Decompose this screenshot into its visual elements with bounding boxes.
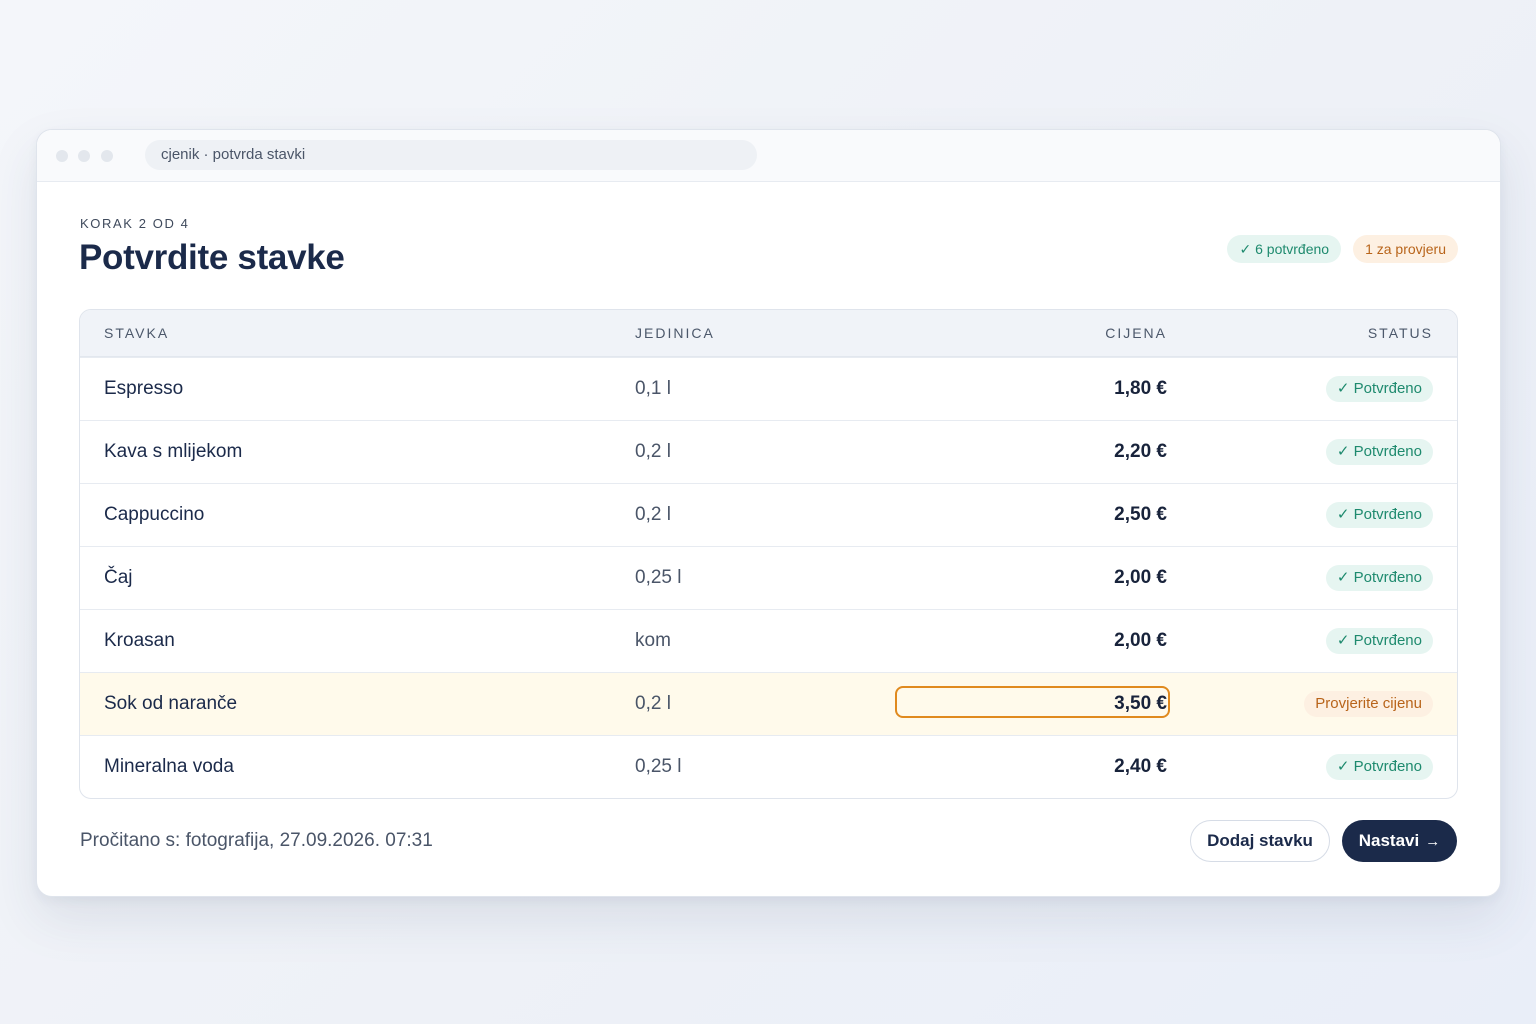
status-cell: ✓ Potvrđeno (1325, 547, 1433, 609)
item-name: Čaj (104, 567, 133, 588)
item-name: Kava s mlijekom (104, 441, 243, 462)
item-unit: 0,25 l (635, 567, 682, 588)
title-bar: cjenik · potvrda stavki (37, 130, 1500, 182)
item-price: 2,20 € (1114, 441, 1167, 462)
item-unit: 0,2 l (635, 441, 671, 462)
table-row[interactable]: Cappuccino 0,2 l 2,50 € ✓ Potvrđeno (80, 483, 1457, 546)
item-price: 2,00 € (1114, 630, 1167, 651)
confirmed-status-badge: ✓ Potvrđeno (1325, 628, 1433, 654)
item-name: Sok od naranče (104, 693, 238, 714)
continue-button-label: Nastavi (1358, 831, 1420, 850)
table-row[interactable]: Mineralna voda 0,25 l 2,40 € ✓ Potvrđeno (80, 735, 1457, 798)
item-name: Mineralna voda (104, 756, 234, 777)
confirmed-status-badge: ✓ Potvrđeno (1325, 439, 1433, 465)
status-cell: ✓ Potvrđeno (1325, 736, 1433, 798)
price-field[interactable]: 3,50 € (1114, 673, 1167, 735)
table-body: Espresso 0,1 l 1,80 € ✓ Potvrđeno Kava s mli… (80, 357, 1457, 798)
table-row[interactable]: Espresso 0,1 l 1,80 € ✓ Potvrđeno (80, 357, 1457, 420)
step-indicator: KORAK 2 OD 4 (80, 216, 190, 231)
item-price: 2,50 € (1114, 504, 1167, 525)
column-header-unit: JEDINICA (635, 325, 715, 341)
status-cell: Provjerite cijenu (1304, 673, 1433, 735)
items-table: STAVKA JEDINICA CIJENA STATUS Espresso 0,… (79, 309, 1458, 799)
review-status-badge: Provjerite cijenu (1304, 691, 1433, 717)
item-name: Cappuccino (104, 504, 205, 525)
source-info: Pročitano s: fotografija, 27.09.2026. 07… (80, 830, 433, 851)
status-cell: ✓ Potvrđeno (1325, 610, 1433, 672)
confirmed-status-badge: ✓ Potvrđeno (1325, 376, 1433, 402)
page-title: Potvrdite stavke (79, 238, 345, 277)
table-row[interactable]: Kava s mlijekom 0,2 l 2,20 € ✓ Potvrđeno (80, 420, 1457, 483)
table-row[interactable]: Sok od naranče 0,2 l 3,50 € Provjerite cije… (80, 672, 1457, 735)
item-price: 2,40 € (1114, 756, 1167, 777)
item-price: 1,80 € (1114, 378, 1167, 399)
status-cell: ✓ Potvrđeno (1325, 484, 1433, 546)
confirmed-status-badge: ✓ Potvrđeno (1325, 502, 1433, 528)
window-minimize-dot[interactable] (78, 150, 90, 162)
item-price: 2,00 € (1114, 567, 1167, 588)
confirmed-count-badge: ✓ 6 potvrđeno (1227, 235, 1342, 263)
status-cell: ✓ Potvrđeno (1325, 421, 1433, 483)
column-header-price: CIJENA (1105, 325, 1167, 341)
review-count-badge: 1 za provjeru (1353, 235, 1458, 263)
table-row[interactable]: Kroasan kom 2,00 € ✓ Potvrđeno (80, 609, 1457, 672)
item-unit: 0,2 l (635, 504, 671, 525)
window-close-dot[interactable] (56, 150, 68, 162)
item-name: Kroasan (104, 630, 175, 651)
continue-button[interactable]: Nastavi → (1342, 820, 1457, 862)
table-row[interactable]: Čaj 0,25 l 2,00 € ✓ Potvrđeno (80, 546, 1457, 609)
column-header-status: STATUS (1367, 325, 1433, 341)
arrow-right-icon: → (1425, 832, 1441, 850)
item-unit: 0,1 l (635, 378, 671, 399)
item-name: Espresso (104, 378, 184, 399)
add-item-button[interactable]: Dodaj stavku (1190, 820, 1330, 862)
window-maximize-dot[interactable] (101, 150, 113, 162)
column-header-item: STAVKA (104, 325, 170, 341)
confirmed-status-badge: ✓ Potvrđeno (1325, 565, 1433, 591)
item-unit: 0,2 l (635, 693, 671, 714)
status-cell: ✓ Potvrđeno (1325, 358, 1433, 420)
address-bar[interactable]: cjenik · potvrda stavki (145, 140, 757, 170)
app-window: cjenik · potvrda stavki KORAK 2 OD 4 Pot… (36, 129, 1501, 897)
item-unit: kom (635, 630, 671, 651)
summary-badges: ✓ 6 potvrđeno 1 za provjeru (1227, 235, 1458, 263)
confirmed-status-badge: ✓ Potvrđeno (1325, 754, 1433, 780)
item-unit: 0,25 l (635, 756, 682, 777)
table-header-row: STAVKA JEDINICA CIJENA STATUS (80, 310, 1457, 357)
